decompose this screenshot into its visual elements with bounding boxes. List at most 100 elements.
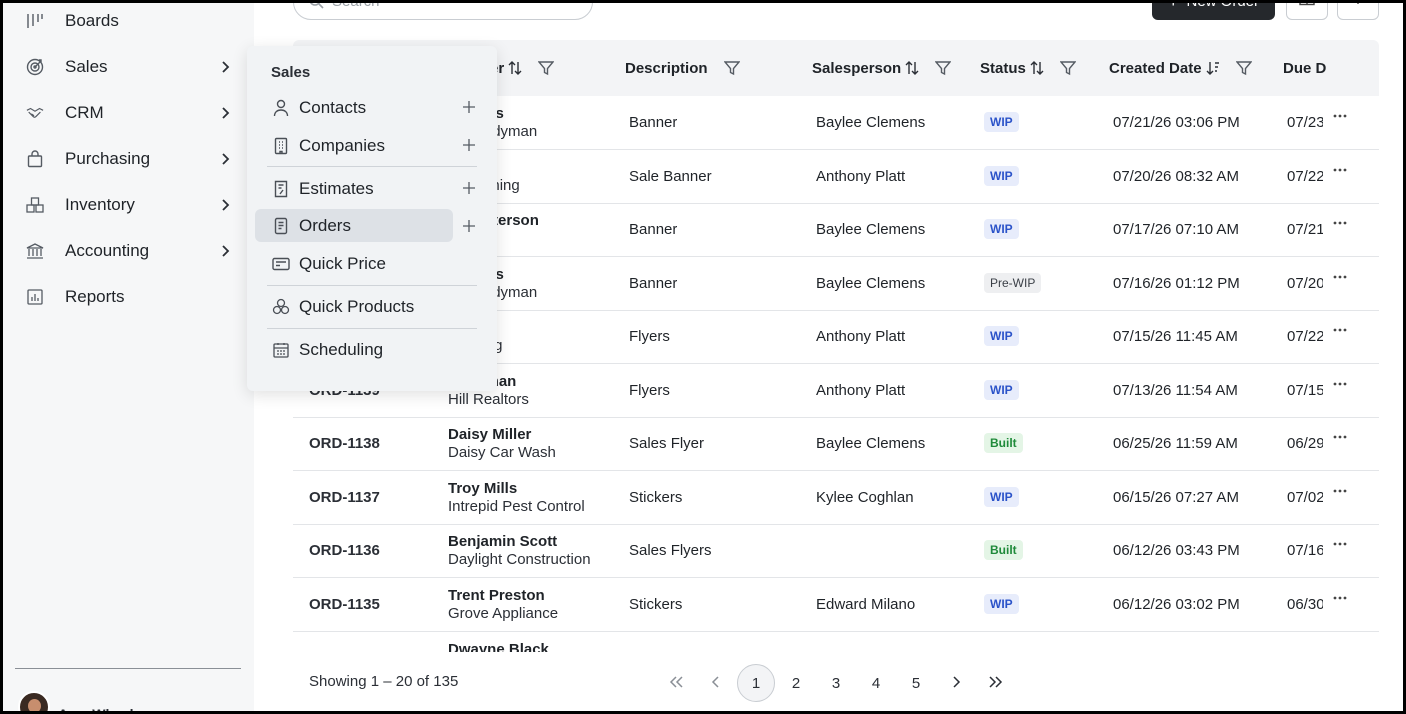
submenu-item-estimates[interactable]: Estimates [255,172,453,205]
submenu-item-label: Orders [299,215,351,235]
submenu-item-companies[interactable]: Companies [255,129,453,162]
created-date-cell: 07/21/26 03:06 PM [1113,114,1240,131]
add-contact-icon[interactable] [459,97,479,117]
submenu-divider [267,328,477,329]
due-date-cell: 07/02 [1287,489,1323,506]
sort-icon[interactable] [508,60,522,76]
submenu-item-label: Estimates [299,178,374,198]
column-header-label: Due D [1283,59,1327,77]
description-cell: Flyers [629,382,670,399]
sidebar-item-boards[interactable]: Boards [0,1,254,41]
created-date-cell: 07/17/26 07:10 AM [1113,221,1239,238]
new-order-button[interactable]: + New Order [1152,0,1275,20]
filter-icon[interactable] [1059,60,1076,76]
submenu-item-quick-products[interactable]: Quick Products [255,290,453,323]
submenu-item-orders[interactable]: Orders [255,209,453,242]
more-actions-icon[interactable] [1333,216,1355,234]
layout-button[interactable] [1286,0,1328,20]
more-actions-icon[interactable] [1333,484,1355,502]
filter-icon[interactable] [935,60,952,76]
page-button-4[interactable]: 4 [857,664,895,702]
salesperson-cell: Anthony Platt [816,328,906,345]
filter-icon[interactable] [1235,60,1252,76]
more-actions-icon[interactable] [1333,430,1355,448]
sidebar-item-inventory[interactable]: Inventory [0,185,254,225]
table-row[interactable]: ORD-1136 Benjamin Scott Daylight Construct… [293,524,1379,578]
customer-cell: Benjamin Scott Daylight Construction [448,533,618,569]
more-actions-icon[interactable] [1333,323,1355,341]
more-actions-icon[interactable] [1333,270,1355,288]
description-cell: Flyers [629,328,670,345]
order-number[interactable]: ORD-1135 [309,596,380,613]
handshake-icon [26,104,44,122]
order-number[interactable]: ORD-1136 [309,542,380,559]
target-icon [26,58,44,76]
description-cell: Sales Flyers [629,542,712,559]
due-date-cell: 06/30 [1287,596,1323,613]
next-page-button[interactable] [937,664,975,702]
column-header-description[interactable]: Description [625,40,740,96]
sort-icon[interactable] [905,60,919,76]
sort-desc-icon[interactable] [1206,60,1220,76]
description-cell: Banner [629,114,678,131]
submenu-item-scheduling[interactable]: Scheduling [255,333,453,366]
submenu-title: Sales [271,64,311,81]
table-row[interactable]: ORD-1135 Trent Preston Grove Appliance Stic… [293,578,1379,632]
add-order-icon[interactable] [459,216,479,236]
last-page-button[interactable] [977,664,1015,702]
submenu-item-quick-price[interactable]: Quick Price [255,247,453,280]
first-page-button[interactable] [657,664,695,702]
customer-name: Dwayne Black [448,641,549,652]
settings-button[interactable] [1337,0,1379,20]
add-estimate-icon[interactable] [459,178,479,198]
status-cell: WIP [984,487,1019,507]
salesperson-cell: Anthony Platt [816,382,906,399]
more-actions-icon[interactable] [1333,109,1355,127]
sort-icon[interactable] [1030,60,1044,76]
sidebar-item-sales[interactable]: Sales [0,47,254,87]
sidebar-item-crm[interactable]: CRM [0,93,254,133]
due-date-cell: 07/16, [1287,542,1323,559]
page-button-1[interactable]: 1 [737,664,775,702]
more-actions-icon[interactable] [1333,537,1355,555]
sidebar-item-purchasing[interactable]: Purchasing [0,139,254,179]
page-button-5[interactable]: 5 [897,664,935,702]
status-cell: Built [984,433,1023,453]
chevron-right-icon [216,58,234,76]
salesperson-cell: Baylee Clemens [816,221,926,238]
column-header-created-date[interactable]: Created Date [1109,40,1252,96]
order-number[interactable]: ORD-1138 [309,435,380,452]
salesperson-cell: Edward Milano [816,596,916,613]
page-button-3[interactable]: 3 [817,664,855,702]
due-date-cell: 07/22 [1287,328,1323,345]
table-row[interactable]: Dwayne Black [293,631,1379,652]
sidebar-item-reports[interactable]: Reports [0,277,254,317]
more-actions-icon[interactable] [1333,591,1355,609]
column-header-label: Created Date [1109,59,1202,77]
status-cell: WIP [984,166,1019,186]
created-date-cell: 06/15/26 07:27 AM [1113,489,1239,506]
prev-page-button[interactable] [697,664,735,702]
table-row[interactable]: ORD-1138 Daisy Miller Daisy Car Wash Sales … [293,417,1379,471]
estimate-doc-icon [272,180,290,198]
more-actions-icon[interactable] [1333,163,1355,181]
column-header-salesperson[interactable]: Salesperson [812,40,952,96]
submenu-item-contacts[interactable]: Contacts [255,91,453,124]
customer-company: Daylight Construction [448,551,591,568]
add-company-icon[interactable] [459,135,479,155]
submenu-item-label: Scheduling [299,339,384,359]
filter-icon[interactable] [538,60,555,76]
page-button-2[interactable]: 2 [777,664,815,702]
description-cell: Banner [629,221,678,238]
filter-icon[interactable] [723,60,740,76]
column-header-due-date[interactable]: Due D [1283,40,1379,96]
column-header-customer[interactable]: er [490,40,555,96]
search-box[interactable] [293,0,593,20]
order-number[interactable]: ORD-1137 [309,489,380,506]
column-header-status[interactable]: Status [980,40,1076,96]
sidebar-item-accounting[interactable]: Accounting [0,231,254,271]
more-actions-icon[interactable] [1333,377,1355,395]
table-row[interactable]: ORD-1137 Troy Mills Intrepid Pest Control S… [293,471,1379,525]
user-menu[interactable]: Amy Wheeler [18,691,147,714]
search-input[interactable] [332,0,572,10]
